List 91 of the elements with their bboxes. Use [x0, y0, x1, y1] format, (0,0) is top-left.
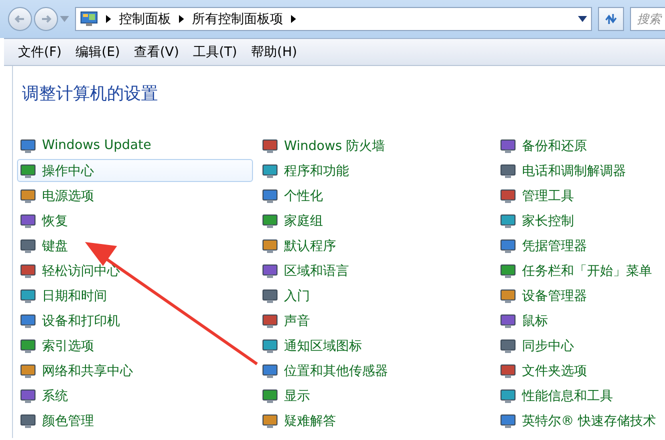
applet-icon — [500, 312, 516, 328]
applet-icon — [500, 188, 516, 204]
applet-icon — [262, 412, 278, 428]
control-panel-item[interactable]: 索引选项 — [17, 334, 253, 357]
control-panel-item[interactable]: 性能信息和工具 — [497, 384, 665, 407]
menu-item[interactable]: 工具(T) — [187, 43, 244, 61]
refresh-arrows-icon — [603, 12, 619, 26]
control-panel-item[interactable]: 日期和时间 — [17, 284, 253, 307]
applet-icon — [262, 162, 278, 178]
applet-icon — [262, 312, 278, 328]
applet-icon — [500, 288, 516, 304]
menu-item[interactable]: 帮助(H) — [245, 43, 304, 61]
breadcrumb-arrow-icon[interactable] — [179, 15, 184, 23]
applet-icon — [500, 238, 516, 254]
menu-item[interactable]: 编辑(E) — [70, 43, 126, 61]
applet-icon — [20, 262, 36, 278]
control-panel-item[interactable]: 操作中心 — [17, 159, 253, 182]
applet-icon — [262, 288, 278, 304]
applet-icon — [20, 288, 36, 304]
applet-icon — [500, 138, 516, 154]
applet-icon — [500, 212, 516, 228]
control-panel-item[interactable]: 默认程序 — [259, 234, 495, 257]
applet-icon — [20, 388, 36, 404]
applet-icon — [20, 138, 36, 154]
breadcrumb-arrow-icon[interactable] — [291, 15, 296, 23]
control-panel-item[interactable]: 家长控制 — [497, 209, 665, 232]
applet-icon — [262, 188, 278, 204]
control-panel-item[interactable]: 疑难解答 — [259, 409, 495, 432]
applet-icon — [20, 162, 36, 178]
control-panel-item[interactable]: 程序和功能 — [259, 159, 495, 182]
control-panel-item[interactable]: 位置和其他传感器 — [259, 359, 495, 382]
applet-icon — [262, 138, 278, 154]
control-panel-item[interactable]: 键盘 — [17, 234, 253, 257]
control-panel-item[interactable]: 任务栏和「开始」菜单 — [497, 259, 665, 282]
control-panel-item[interactable]: 管理工具 — [497, 184, 665, 207]
control-panel-item[interactable]: 入门 — [259, 284, 495, 307]
control-panel-item[interactable]: 区域和语言 — [259, 259, 495, 282]
applet-icon — [500, 362, 516, 378]
right-arrow-icon — [40, 13, 52, 25]
applet-icon — [262, 212, 278, 228]
control-panel-item[interactable]: 系统 — [17, 384, 253, 407]
applet-icon — [500, 388, 516, 404]
control-panel-item[interactable]: Windows 防火墙 — [259, 134, 495, 157]
applet-icon — [262, 262, 278, 278]
control-panel-item[interactable]: 英特尔® 快速存储技术 — [497, 409, 665, 432]
applet-icon — [20, 312, 36, 328]
control-panel-item[interactable]: 显示 — [259, 384, 495, 407]
address-bar[interactable]: 控制面板 所有控制面板项 — [75, 7, 592, 31]
control-panel-item[interactable]: 设备和打印机 — [17, 309, 253, 332]
control-panel-item[interactable]: 个性化 — [259, 184, 495, 207]
control-panel-item[interactable]: 凭据管理器 — [497, 234, 665, 257]
applet-icon — [20, 362, 36, 378]
page-heading: 调整计算机的设置 — [22, 83, 158, 105]
refresh-button[interactable] — [598, 7, 624, 31]
control-panel-item[interactable]: 同步中心 — [497, 334, 665, 357]
applet-icon — [20, 238, 36, 254]
applet-icon — [20, 212, 36, 228]
applet-icon — [262, 238, 278, 254]
applet-icon — [262, 388, 278, 404]
breadcrumb-link[interactable]: 控制面板 — [119, 10, 171, 28]
menu-item[interactable]: 查看(V) — [128, 43, 186, 61]
control-panel-item[interactable]: 电源选项 — [17, 184, 253, 207]
control-panel-item[interactable]: 通知区域图标 — [259, 334, 495, 357]
control-panel-item[interactable]: 文件夹选项 — [497, 359, 665, 382]
dropdown-caret-icon[interactable] — [578, 16, 587, 22]
control-panel-item[interactable]: Windows Update — [17, 134, 253, 157]
menu-item[interactable]: 文件(F) — [12, 43, 68, 61]
control-panel-icon — [80, 11, 98, 27]
applet-icon — [500, 412, 516, 428]
control-panel-item[interactable]: 设备管理器 — [497, 284, 665, 307]
control-panel-item[interactable]: 鼠标 — [497, 309, 665, 332]
control-panel-item[interactable]: 颜色管理 — [17, 409, 253, 432]
applet-icon — [262, 362, 278, 378]
applet-icon — [262, 338, 278, 354]
applet-icon — [20, 338, 36, 354]
control-panel-item[interactable]: 网络和共享中心 — [17, 359, 253, 382]
control-panel-item[interactable]: 备份和还原 — [497, 134, 665, 157]
applet-icon — [20, 188, 36, 204]
control-panel-item[interactable]: 轻松访问中心 — [17, 259, 253, 282]
control-panel-item[interactable]: 恢复 — [17, 209, 253, 232]
left-arrow-icon — [14, 13, 26, 25]
control-panel-item[interactable]: 家庭组 — [259, 209, 495, 232]
control-panel-item[interactable]: 电话和调制解调器 — [497, 159, 665, 182]
applet-icon — [500, 338, 516, 354]
applet-icon — [500, 162, 516, 178]
applet-icon — [500, 262, 516, 278]
search-field[interactable]: 搜索 — [630, 7, 665, 31]
breadcrumb-link[interactable]: 所有控制面板项 — [192, 10, 283, 28]
breadcrumb-arrow-icon[interactable] — [106, 15, 111, 23]
control-panel-item[interactable]: 声音 — [259, 309, 495, 332]
applet-icon — [20, 412, 36, 428]
